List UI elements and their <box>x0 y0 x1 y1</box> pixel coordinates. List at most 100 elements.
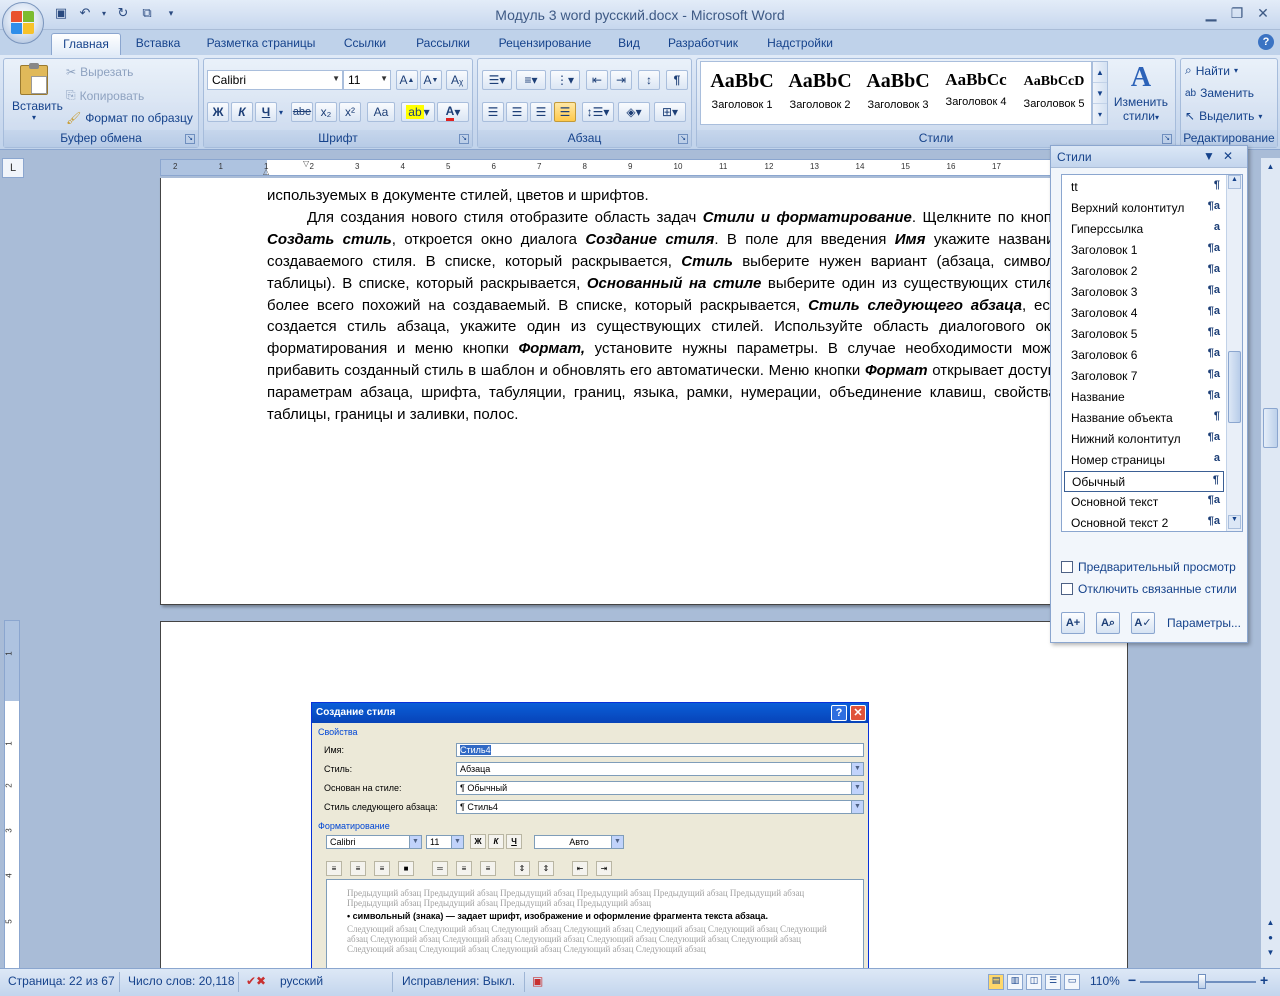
draft-view-icon[interactable]: ▭ <box>1064 974 1080 990</box>
align-center-icon[interactable]: ☰ <box>506 102 528 122</box>
bullets-icon[interactable]: ☰▾ <box>482 70 512 90</box>
proofing-icon[interactable]: ✔✖ <box>246 974 266 988</box>
copy-button[interactable]: ⎘ Копировать <box>66 88 144 103</box>
paragraph-launcher-icon[interactable]: ↘ <box>678 134 688 144</box>
quick-style-item[interactable]: AaBbC Заголовок 3 <box>861 66 935 122</box>
style-list-item[interactable]: Нижний колонтитул ¶a <box>1064 429 1224 450</box>
change-case-button[interactable]: Aa <box>367 102 395 122</box>
style-list-item[interactable]: Гиперссылка a <box>1064 219 1224 240</box>
options-link[interactable]: Параметры... <box>1167 616 1241 630</box>
page-indicator[interactable]: Страница: 22 из 67 <box>8 974 115 988</box>
clear-formatting-icon[interactable]: Aᵪ <box>446 70 468 90</box>
styles-list[interactable]: ▲ ▼ tt ¶ Верхний колонтитул ¶a Гиперссылка a З… <box>1061 174 1243 532</box>
style-list-item[interactable]: Номер страницы a <box>1064 450 1224 471</box>
grow-font-icon[interactable]: A ▲ <box>396 70 418 90</box>
document-page[interactable]: используемых в документе стилей, цветов … <box>160 178 1128 605</box>
style-list-item[interactable]: Название ¶a <box>1064 387 1224 408</box>
style-list-item[interactable]: Основной текст ¶a <box>1064 492 1224 513</box>
cut-button[interactable]: ✂ Вырезать <box>66 65 133 79</box>
change-styles-button[interactable]: A Изменить стили▾ <box>1112 61 1170 123</box>
style-list-item[interactable]: Заголовок 5 ¶a <box>1064 324 1224 345</box>
tab-insert[interactable]: Вставка <box>129 33 187 55</box>
borders-icon[interactable]: ⊞▾ <box>654 102 686 122</box>
gallery-down-icon[interactable]: ▼ <box>1093 83 1107 104</box>
style-list-item[interactable]: tt ¶ <box>1064 177 1224 198</box>
office-button[interactable] <box>2 2 44 44</box>
underline-button[interactable]: Ч <box>255 102 277 122</box>
justify-icon[interactable]: ☰ <box>554 102 576 122</box>
increase-indent-icon[interactable]: ⇥ <box>610 70 632 90</box>
vertical-scrollbar[interactable]: ▲ ▲ ● ▼ <box>1260 158 1280 968</box>
gallery-more-icon[interactable]: ▾ <box>1093 104 1107 125</box>
tab-references[interactable]: Ссылки <box>335 33 395 55</box>
pane-options-icon[interactable]: ▼ <box>1203 149 1223 163</box>
document-page[interactable]: Создание стиля ? ✕ Свойства Имя: Стиль4 … <box>160 621 1128 968</box>
scroll-up-icon[interactable]: ▲ <box>1228 175 1241 189</box>
disable-linked-checkbox[interactable]: Отключить связанные стили <box>1061 582 1237 596</box>
checkbox-box[interactable] <box>1061 583 1073 595</box>
line-spacing-icon[interactable]: ↕☰▾ <box>582 102 614 122</box>
word-count[interactable]: Число слов: 20,118 <box>128 974 235 988</box>
quick-style-item[interactable]: AaBbC Заголовок 1 <box>705 66 779 122</box>
font-size-combo[interactable]: 11 ▼ <box>343 70 391 90</box>
quick-style-item[interactable]: AaBbC Заголовок 2 <box>783 66 857 122</box>
select-button[interactable]: ↖ Выделить ▾ <box>1185 109 1262 123</box>
horizontal-ruler[interactable]: 2 1 1 2 3 4 5 6 7 8 9 10 11 12 13 14 15 16 17 ▽ △ <box>160 159 1130 176</box>
scroll-down-icon[interactable]: ▲ <box>1263 918 1278 933</box>
close-icon[interactable]: ✕ <box>1223 149 1241 163</box>
italic-button[interactable]: К <box>231 102 253 122</box>
zoom-out-icon[interactable]: − <box>1128 972 1136 988</box>
full-screen-reading-icon[interactable]: ▥ <box>1007 974 1023 990</box>
help-icon[interactable]: ? <box>1258 34 1274 50</box>
paste-dropdown-icon[interactable]: ▾ <box>12 113 56 122</box>
format-painter-button[interactable]: 🖌 Формат по образцу <box>66 111 193 125</box>
scroll-thumb[interactable] <box>1228 351 1241 423</box>
tab-review[interactable]: Рецензирование <box>490 33 600 55</box>
minimize-icon[interactable]: ▁ <box>1198 2 1224 24</box>
scroll-thumb[interactable] <box>1263 408 1278 448</box>
new-style-icon[interactable]: A+ <box>1061 612 1085 634</box>
quick-style-item[interactable]: AaBbCcD Заголовок 5 <box>1017 66 1091 122</box>
strikethrough-button[interactable]: abe <box>291 102 313 122</box>
multilevel-list-icon[interactable]: ⋮▾ <box>550 70 580 90</box>
replace-button[interactable]: ab Заменить <box>1185 86 1254 100</box>
web-layout-view-icon[interactable]: ◫ <box>1026 974 1042 990</box>
browse-object-icon[interactable]: ● <box>1263 933 1278 948</box>
preview-checkbox[interactable]: Предварительный просмотр <box>1061 560 1236 574</box>
zoom-slider-knob[interactable] <box>1198 974 1206 989</box>
close-icon[interactable]: ✕ <box>1250 2 1276 24</box>
tab-mailings[interactable]: Рассылки <box>408 33 478 55</box>
language-indicator[interactable]: русский <box>280 974 323 988</box>
style-list-item[interactable]: Верхний колонтитул ¶a <box>1064 198 1224 219</box>
document-body[interactable]: используемых в документе стилей, цветов … <box>267 185 1067 426</box>
shading-icon[interactable]: ◈▾ <box>618 102 650 122</box>
style-list-item[interactable]: Заголовок 2 ¶a <box>1064 261 1224 282</box>
shrink-font-icon[interactable]: A ▼ <box>420 70 442 90</box>
find-button[interactable]: ⌕ Найти ▾ <box>1185 63 1238 78</box>
decrease-indent-icon[interactable]: ⇤ <box>586 70 608 90</box>
checkbox-box[interactable] <box>1061 561 1073 573</box>
gallery-up-icon[interactable]: ▲ <box>1093 62 1107 83</box>
tab-selector-button[interactable]: L <box>2 158 24 178</box>
restore-icon[interactable]: ❐ <box>1224 2 1250 24</box>
style-list-item[interactable]: Заголовок 6 ¶a <box>1064 345 1224 366</box>
clipboard-launcher-icon[interactable]: ↘ <box>185 134 195 144</box>
show-marks-icon[interactable]: ¶ <box>666 70 688 90</box>
first-line-indent-marker[interactable]: ▽ <box>303 159 309 168</box>
scroll-up-icon[interactable]: ▲ <box>1263 162 1278 177</box>
styles-list-scrollbar[interactable]: ▲ ▼ <box>1226 175 1242 531</box>
print-layout-view-icon[interactable]: ▤ <box>988 974 1004 990</box>
style-list-item[interactable]: Заголовок 3 ¶a <box>1064 282 1224 303</box>
vertical-ruler[interactable]: 1 1 2 3 4 5 <box>4 620 20 970</box>
underline-dropdown-icon[interactable]: ▾ <box>279 108 283 117</box>
style-list-item[interactable]: Обычный ¶ <box>1064 471 1224 492</box>
tab-developer[interactable]: Разработчик <box>660 33 746 55</box>
manage-styles-icon[interactable]: A✓ <box>1131 612 1155 634</box>
subscript-button[interactable]: x₂ <box>315 102 337 122</box>
quick-style-item[interactable]: AaBbCc Заголовок 4 <box>939 66 1013 122</box>
font-launcher-icon[interactable]: ↘ <box>459 134 469 144</box>
font-color-icon[interactable]: A ▾ <box>437 102 469 122</box>
style-list-item[interactable]: Заголовок 7 ¶a <box>1064 366 1224 387</box>
style-list-item[interactable]: Заголовок 1 ¶a <box>1064 240 1224 261</box>
highlight-icon[interactable]: ab ▾ <box>401 102 435 122</box>
